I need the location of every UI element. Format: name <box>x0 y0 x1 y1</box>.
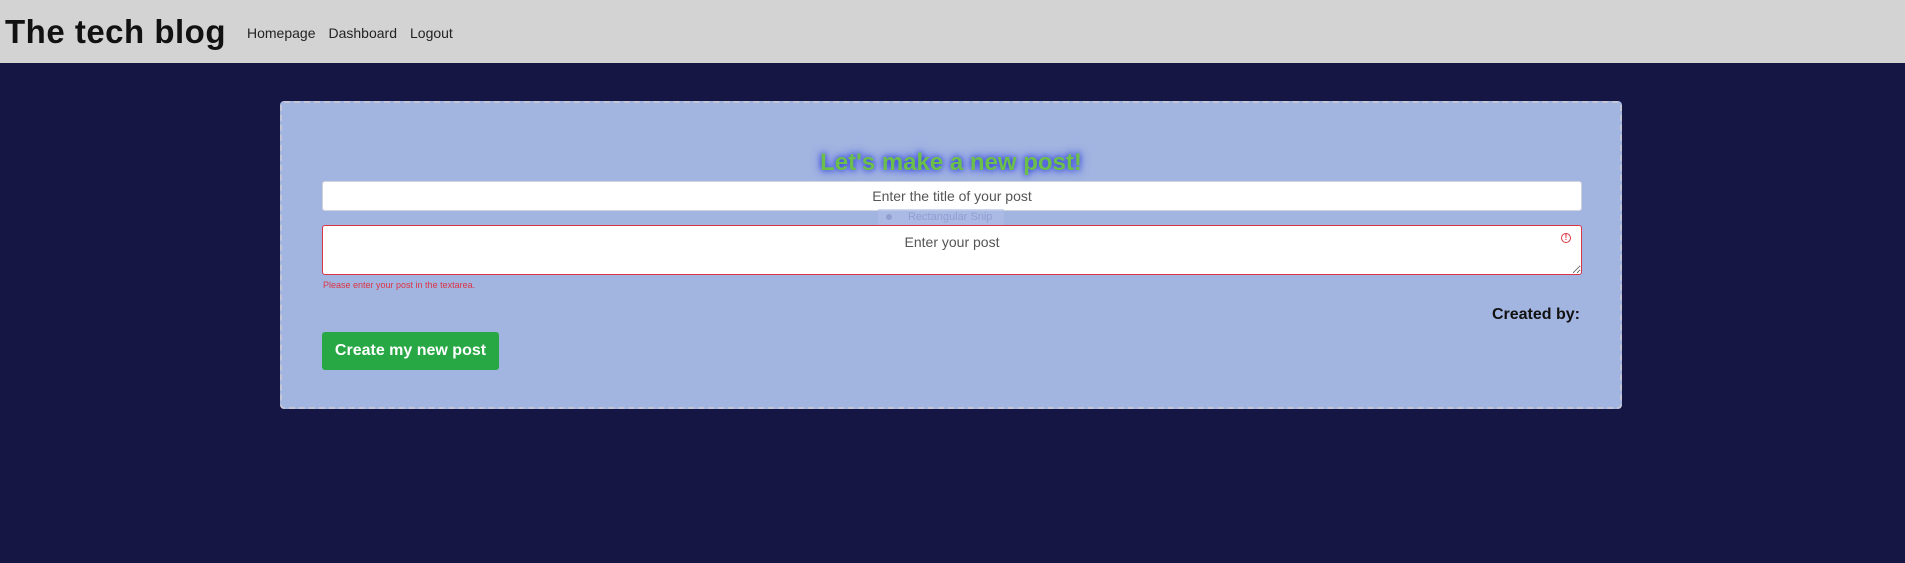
site-title[interactable]: The tech blog <box>5 13 226 51</box>
snip-tooltip-ghost: Rectangular Snip <box>878 209 1005 225</box>
post-title-input[interactable] <box>322 181 1582 211</box>
new-post-form-card: Let's make a new post! Rectangular Snip … <box>280 101 1622 409</box>
nav-link-logout[interactable]: Logout <box>410 25 453 41</box>
nav-link-homepage[interactable]: Homepage <box>247 25 316 41</box>
create-post-button[interactable]: Create my new post <box>322 332 499 370</box>
created-by-label: Created by: <box>1491 306 1580 323</box>
nav-link-dashboard[interactable]: Dashboard <box>329 25 398 41</box>
invalid-warning-icon: ! <box>1561 233 1571 243</box>
snip-tooltip-label: Rectangular Snip <box>908 211 993 223</box>
snip-icon <box>886 214 892 220</box>
nav-links: Homepage Dashboard Logout <box>247 25 466 41</box>
validation-message: Please enter your post in the textarea. <box>323 280 476 290</box>
form-heading: Let's make a new post! <box>820 149 1082 176</box>
top-navbar: The tech blog Homepage Dashboard Logout <box>0 0 1905 63</box>
post-body-textarea[interactable] <box>322 225 1582 275</box>
